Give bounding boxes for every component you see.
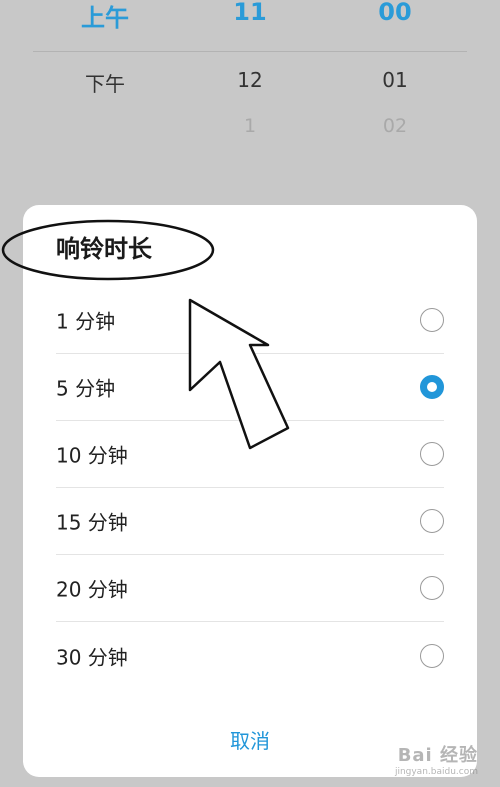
- ring-duration-dialog: 响铃时长 1 分钟 5 分钟 10 分钟 15 分钟 20 分钟 30 分钟 取…: [23, 205, 477, 777]
- picker-ampm-next[interactable]: 下午: [45, 68, 165, 97]
- picker-minute-next2[interactable]: 02: [335, 115, 455, 137]
- picker-hour-next2[interactable]: 1: [190, 115, 310, 137]
- picker-ampm-selected[interactable]: 上午: [45, 0, 165, 33]
- picker-minute-selected[interactable]: 00: [335, 0, 455, 26]
- radio-unchecked-icon[interactable]: [420, 442, 444, 466]
- picker-divider: [33, 51, 467, 52]
- radio-unchecked-icon[interactable]: [420, 643, 444, 668]
- option-label: 30 分钟: [56, 645, 128, 669]
- watermark-line2: jingyan.baidu.com: [394, 767, 478, 777]
- option-label: 5 分钟: [56, 376, 116, 401]
- radio-unchecked-icon[interactable]: [420, 576, 444, 600]
- radio-checked-icon[interactable]: [420, 375, 444, 399]
- option-10-min[interactable]: 10 分钟: [56, 421, 444, 488]
- option-label: 10 分钟: [56, 443, 128, 468]
- option-20-min[interactable]: 20 分钟: [56, 555, 444, 622]
- baidu-watermark: Bai 经验 jingyan.baidu.com: [395, 741, 478, 777]
- watermark-line1: Bai 经验: [397, 745, 478, 766]
- option-30-min[interactable]: 30 分钟: [56, 622, 444, 689]
- option-label: 1 分钟: [56, 309, 116, 334]
- radio-unchecked-icon[interactable]: [420, 308, 444, 332]
- option-1-min[interactable]: 1 分钟: [56, 287, 444, 354]
- option-label: 20 分钟: [56, 577, 128, 602]
- picker-hour-next[interactable]: 12: [190, 68, 310, 92]
- picker-minute-next[interactable]: 01: [335, 68, 455, 92]
- time-picker[interactable]: 上午 11 00 下午 12 01 1 02: [0, 0, 500, 200]
- option-5-min[interactable]: 5 分钟: [56, 354, 444, 421]
- option-15-min[interactable]: 15 分钟: [56, 488, 444, 555]
- dialog-title: 响铃时长: [56, 235, 152, 263]
- picker-hour-selected[interactable]: 11: [190, 0, 310, 26]
- radio-unchecked-icon[interactable]: [420, 509, 444, 533]
- option-label: 15 分钟: [56, 510, 128, 535]
